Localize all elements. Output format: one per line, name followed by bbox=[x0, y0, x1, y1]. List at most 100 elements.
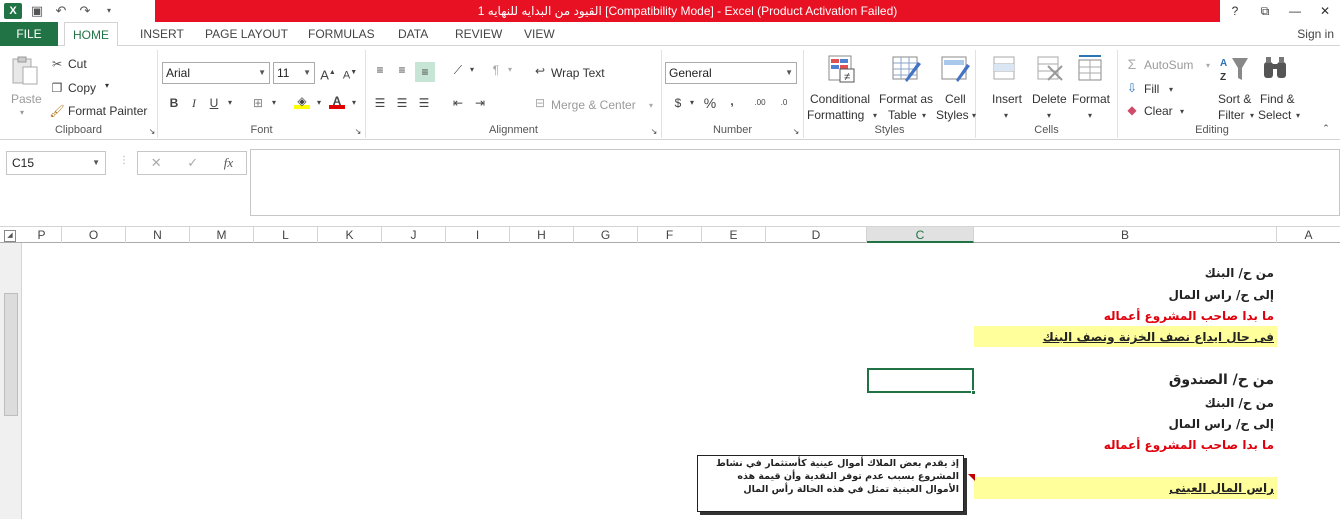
column-header-k[interactable]: K bbox=[318, 227, 382, 243]
column-header-d[interactable]: D bbox=[766, 227, 867, 243]
cell-b-row1[interactable]: من ح/ البنك bbox=[1205, 266, 1274, 280]
borders-icon[interactable]: ⊞ bbox=[250, 95, 266, 111]
redo-icon[interactable]: ↷ bbox=[76, 3, 94, 19]
save-icon[interactable]: ▣ bbox=[28, 3, 46, 19]
tab-review[interactable]: REVIEW bbox=[447, 22, 510, 46]
cell-b-row2[interactable]: إلى ح/ راس المال bbox=[1169, 288, 1275, 302]
format-as-table-button[interactable]: Format as bbox=[879, 92, 933, 106]
find-select-button-line2[interactable]: Select bbox=[1258, 108, 1291, 122]
column-header-m[interactable]: M bbox=[190, 227, 254, 243]
format-dropdown-icon[interactable]: ▾ bbox=[1082, 108, 1098, 124]
confirm-entry-icon[interactable]: ✓ bbox=[187, 155, 198, 171]
column-header-o[interactable]: O bbox=[62, 227, 126, 243]
copy-button[interactable]: Copy bbox=[68, 81, 96, 95]
tab-data[interactable]: DATA bbox=[390, 22, 436, 46]
orientation-dropdown-icon[interactable]: ▾ bbox=[464, 62, 480, 78]
decrease-indent-icon[interactable]: ⇤ bbox=[450, 95, 466, 111]
clear-dropdown-icon[interactable]: ▾ bbox=[1174, 104, 1190, 120]
wrap-text-button[interactable]: Wrap Text bbox=[551, 66, 605, 80]
paste-icon[interactable] bbox=[9, 56, 41, 86]
comment-indicator-icon[interactable] bbox=[968, 474, 975, 481]
increase-font-icon[interactable]: A▲ bbox=[320, 65, 336, 82]
cell-b-row3[interactable]: ما بدا صاحب المشروع أعماله bbox=[1104, 309, 1274, 323]
cell-comment[interactable]: إذ يقدم بعض الملاك أموال عينية كأستثمار … bbox=[697, 455, 964, 512]
cell-b-row7[interactable]: إلى ح/ راس المال bbox=[1169, 417, 1275, 431]
paste-button[interactable]: Paste bbox=[11, 92, 42, 106]
autosum-button[interactable]: AutoSum bbox=[1144, 58, 1193, 72]
percent-icon[interactable]: % bbox=[702, 95, 718, 111]
format-as-table-button-line2[interactable]: Table bbox=[888, 108, 917, 122]
font-color-icon[interactable]: A bbox=[329, 93, 345, 109]
cancel-entry-icon[interactable]: ✕ bbox=[151, 155, 162, 171]
alignment-launcher-icon[interactable]: ↘ bbox=[646, 124, 662, 140]
name-box[interactable]: C15 ▼ bbox=[6, 151, 106, 175]
cut-button[interactable]: Cut bbox=[68, 57, 87, 71]
copy-dropdown-icon[interactable]: ▾ bbox=[105, 81, 109, 90]
number-format-combo[interactable]: General ▼ bbox=[665, 62, 797, 84]
cell-styles-button[interactable]: Cell bbox=[945, 92, 966, 106]
format-as-table-dropdown-icon[interactable]: ▾ bbox=[916, 108, 932, 124]
column-header-n[interactable]: N bbox=[126, 227, 190, 243]
delete-dropdown-icon[interactable]: ▾ bbox=[1041, 108, 1057, 124]
tab-home[interactable]: HOME bbox=[64, 22, 118, 47]
help-button[interactable]: ? bbox=[1220, 0, 1250, 22]
find-select-button[interactable]: Find & bbox=[1260, 92, 1295, 106]
column-header-g[interactable]: G bbox=[574, 227, 638, 243]
cell-b-row8[interactable]: ما بدا صاحب المشروع أعماله bbox=[1104, 438, 1274, 452]
tab-file[interactable]: FILE bbox=[0, 22, 58, 46]
delete-cells-button[interactable]: Delete bbox=[1032, 92, 1067, 106]
tab-view[interactable]: VIEW bbox=[516, 22, 563, 46]
find-select-dropdown-icon[interactable]: ▾ bbox=[1290, 108, 1306, 124]
cell-b-row4[interactable]: فى حال ايداع نصف الخزنة ونصف البنك bbox=[1043, 330, 1274, 344]
collapse-ribbon-icon[interactable]: ⌃ bbox=[1318, 120, 1334, 136]
fill-button[interactable]: Fill bbox=[1144, 82, 1159, 96]
font-color-dropdown-icon[interactable]: ▾ bbox=[346, 95, 362, 111]
underline-dropdown-icon[interactable]: ▾ bbox=[222, 95, 238, 111]
bold-icon[interactable]: B bbox=[166, 95, 182, 111]
vertical-scrollbar[interactable] bbox=[0, 243, 22, 519]
cell-b-row6[interactable]: من ح/ البنك bbox=[1205, 396, 1274, 410]
formula-input[interactable] bbox=[250, 149, 1340, 216]
increase-decimal-icon[interactable]: .00 bbox=[752, 95, 768, 111]
decrease-decimal-icon[interactable]: .0 bbox=[776, 95, 792, 111]
undo-icon[interactable]: ↶ bbox=[52, 3, 70, 19]
direction-dropdown-icon[interactable]: ▾ bbox=[502, 62, 518, 78]
tab-page-layout[interactable]: PAGE LAYOUT bbox=[197, 22, 296, 46]
bottom-align-icon[interactable]: ≡ bbox=[415, 62, 435, 82]
currency-dropdown-icon[interactable]: ▾ bbox=[684, 95, 700, 111]
font-launcher-icon[interactable]: ↘ bbox=[350, 124, 366, 140]
sort-filter-button[interactable]: Sort & bbox=[1218, 92, 1251, 106]
column-header-p[interactable]: P bbox=[22, 227, 62, 243]
align-right-icon[interactable]: ☰ bbox=[416, 95, 432, 111]
column-header-i[interactable]: I bbox=[446, 227, 510, 243]
clear-button[interactable]: Clear bbox=[1144, 104, 1173, 118]
column-header-l[interactable]: L bbox=[254, 227, 318, 243]
font-name-combo[interactable]: Arial ▼ bbox=[162, 62, 270, 84]
customize-qat-icon[interactable]: ▾ bbox=[100, 3, 118, 19]
autosum-dropdown-icon[interactable]: ▾ bbox=[1200, 58, 1216, 74]
borders-dropdown-icon[interactable]: ▾ bbox=[266, 95, 282, 111]
column-header-b[interactable]: B bbox=[974, 227, 1277, 243]
number-launcher-icon[interactable]: ↘ bbox=[788, 124, 804, 140]
tab-formulas[interactable]: FORMULAS bbox=[300, 22, 383, 46]
fill-handle[interactable] bbox=[971, 390, 976, 395]
column-header-j[interactable]: J bbox=[382, 227, 446, 243]
comma-style-icon[interactable]: , bbox=[724, 93, 740, 109]
scrollbar-thumb[interactable] bbox=[4, 293, 18, 416]
conditional-formatting-button[interactable]: Conditional bbox=[810, 92, 870, 106]
sign-in-link[interactable]: Sign in bbox=[1297, 22, 1334, 46]
insert-dropdown-icon[interactable]: ▾ bbox=[998, 108, 1014, 124]
align-left-icon[interactable]: ☰ bbox=[372, 95, 388, 111]
middle-align-icon[interactable]: ≡ bbox=[394, 62, 410, 78]
increase-indent-icon[interactable]: ⇥ bbox=[472, 95, 488, 111]
minimize-button[interactable]: — bbox=[1280, 0, 1310, 22]
merge-center-button[interactable]: Merge & Center bbox=[551, 98, 636, 112]
fill-color-dropdown-icon[interactable]: ▾ bbox=[311, 95, 327, 111]
tab-insert[interactable]: INSERT bbox=[132, 22, 192, 46]
insert-cells-button[interactable]: Insert bbox=[992, 92, 1022, 106]
italic-icon[interactable]: I bbox=[186, 95, 202, 111]
cell-styles-button-line2[interactable]: Styles bbox=[936, 108, 969, 122]
cell-b-row5[interactable]: من ح/ الصندوق bbox=[1169, 372, 1274, 388]
format-cells-button[interactable]: Format bbox=[1072, 92, 1110, 106]
underline-icon[interactable]: U bbox=[206, 95, 222, 111]
